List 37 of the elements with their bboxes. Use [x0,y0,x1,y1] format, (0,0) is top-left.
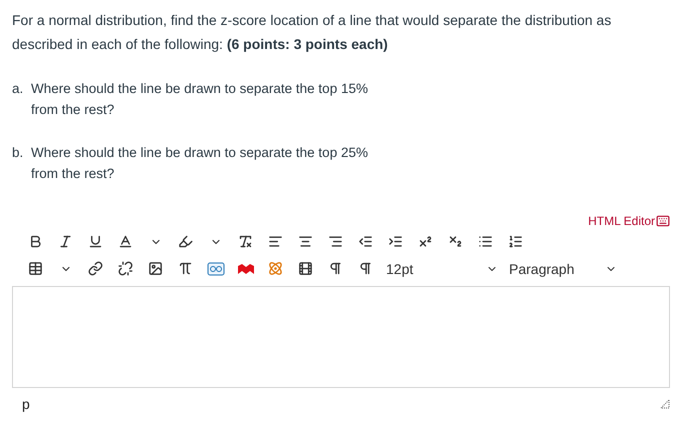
table-icon [28,261,43,276]
media-icon [298,261,313,276]
text-color-icon [118,234,133,249]
atom-icon [268,261,283,276]
waves-icon [236,262,254,274]
font-size-dropdown[interactable]: 12pt [382,256,502,280]
numbered-list-icon [508,234,523,249]
html-editor-link[interactable]: HTML Editor [588,214,670,228]
keyboard-icon [656,214,670,228]
underline-icon [88,234,103,249]
link-icon [88,261,103,276]
highlight-icon [178,234,193,249]
block-format-dropdown[interactable]: Paragraph [505,256,621,280]
rtl-icon [358,261,373,276]
align-center-icon [298,234,313,249]
image-icon [148,261,163,276]
question-label: b. [12,144,24,162]
clear-formatting-icon [238,234,253,249]
question-prompt: For a normal distribution, find the z-score location of a line that would separate the distribution as described in each of the following: (6 points: 3 points each) [12,11,612,54]
resize-handle-icon[interactable] [660,399,670,409]
outdent-icon [358,234,373,249]
indent-icon [388,234,403,249]
italic-icon [58,234,73,249]
question-label: a. [12,80,24,98]
align-right-icon [328,234,343,249]
question-text: Where should the line be drawn to separate the top 15% from the rest? [31,80,368,119]
align-left-icon [268,234,283,249]
unlink-icon [118,261,133,276]
superscript-icon [418,234,433,249]
cloud-storage-icon [206,262,224,276]
ltr-icon [328,261,343,276]
element-path: p [22,396,30,412]
pi-icon [178,261,193,276]
bold-icon [28,234,43,249]
bullet-list-icon [478,234,493,249]
subscript-icon [448,234,463,249]
question-text: Where should the line be drawn to separate the top 25% from the rest? [31,144,368,183]
